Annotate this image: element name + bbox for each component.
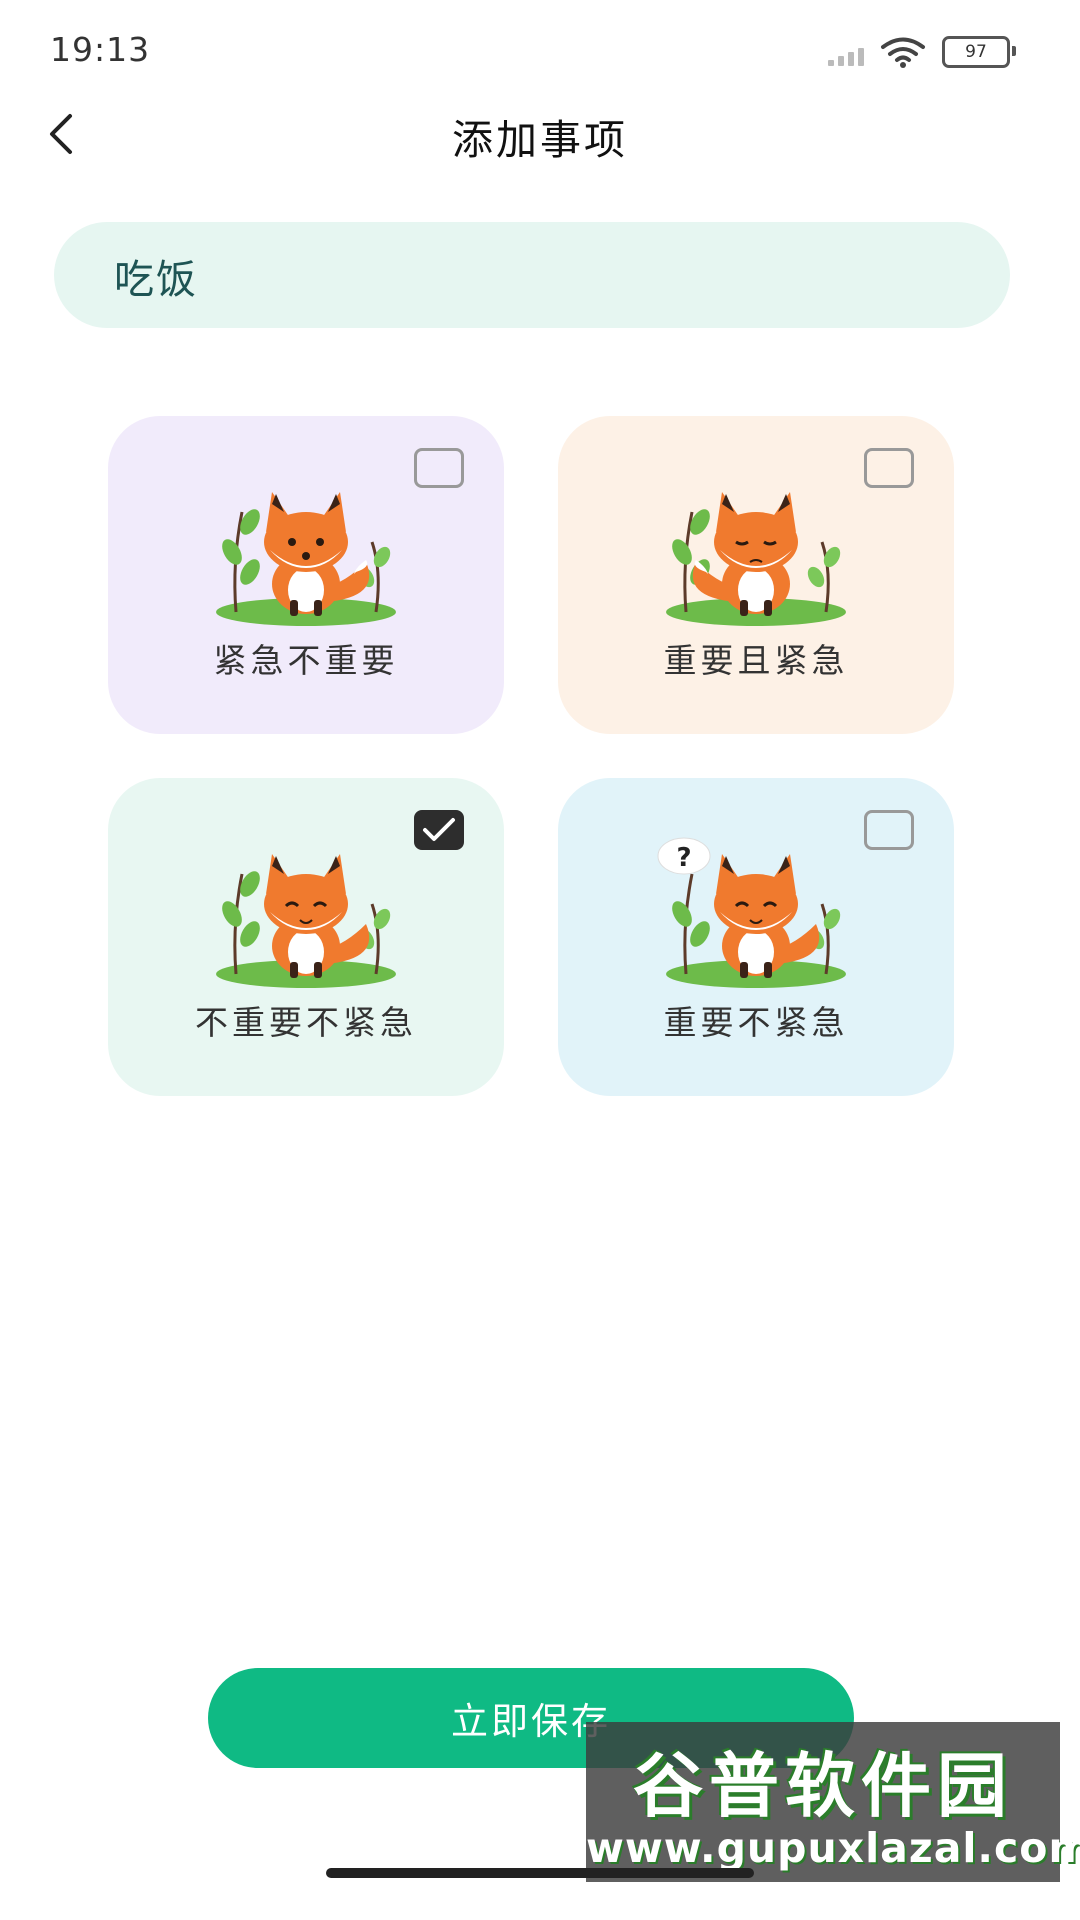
signal-icon <box>828 38 864 66</box>
watermark-title: 谷普软件园 <box>633 1745 1013 1827</box>
fox-neutral-illustration <box>216 492 396 626</box>
header: 添加事项 <box>0 88 1080 178</box>
home-indicator[interactable] <box>326 1868 754 1878</box>
fox-happy-illustration <box>216 854 396 988</box>
category-checkbox-checked[interactable] <box>414 810 464 850</box>
category-card-important-not-urgent[interactable]: ? 重要不紧急 <box>558 778 954 1096</box>
category-card-urgent-important[interactable]: 重要且紧急 <box>558 416 954 734</box>
page-title: 添加事项 <box>452 116 628 164</box>
task-name-input[interactable] <box>112 222 976 330</box>
category-card-urgent-not-important[interactable]: 紧急不重要 <box>108 416 504 734</box>
battery-indicator: 97 <box>942 36 1016 68</box>
watermark: 谷普软件园 www.gupuxlazal.com <box>586 1722 1080 1882</box>
task-input-container <box>54 222 1010 330</box>
fox-sad-illustration <box>666 492 846 626</box>
status-time: 19:13 <box>50 30 151 69</box>
category-label: 重要且紧急 <box>663 641 849 680</box>
fox-thinking-illustration: ? <box>657 837 846 988</box>
category-checkbox[interactable] <box>864 810 914 850</box>
category-checkbox[interactable] <box>864 448 914 488</box>
status-bar: 19:13 97 <box>0 0 1080 100</box>
category-checkbox[interactable] <box>414 448 464 488</box>
status-icons: 97 <box>828 34 1016 70</box>
category-label: 不重要不紧急 <box>195 1003 417 1042</box>
svg-text:?: ? <box>676 843 691 873</box>
watermark-url: www.gupuxlazal.com <box>586 1824 1080 1872</box>
wifi-icon <box>881 37 925 68</box>
category-card-not-important-not-urgent[interactable]: 不重要不紧急 <box>108 778 504 1096</box>
category-label: 重要不紧急 <box>663 1003 849 1042</box>
category-label: 紧急不重要 <box>213 641 399 680</box>
checkmark-icon <box>423 818 455 841</box>
